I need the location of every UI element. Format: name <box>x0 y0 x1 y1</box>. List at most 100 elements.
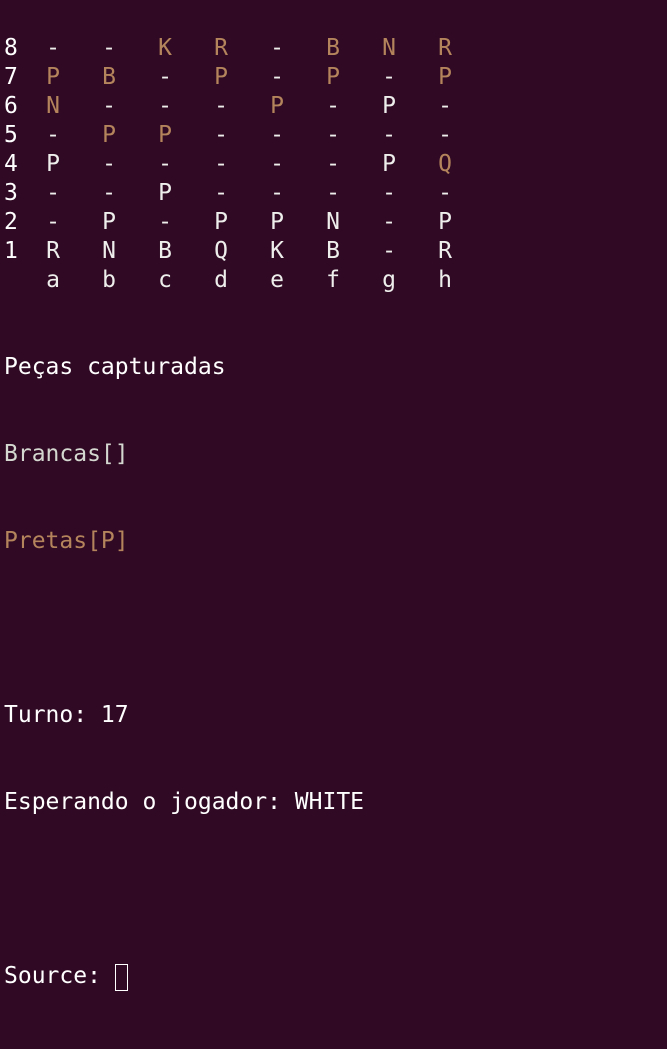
chess-piece: Q <box>214 238 228 264</box>
board-row: 7 P B - P - P - P <box>4 63 464 92</box>
chess-piece: N <box>102 238 116 264</box>
chess-piece: P <box>382 151 396 177</box>
captured-black-list: Pretas[P] <box>4 528 129 554</box>
chess-piece: P <box>214 64 228 90</box>
chess-piece: B <box>326 238 340 264</box>
chess-piece: P <box>158 180 172 206</box>
empty-square: - <box>214 93 228 119</box>
rank-label: 5 <box>4 122 18 148</box>
chess-piece: R <box>214 35 228 61</box>
empty-square: - <box>102 93 116 119</box>
empty-square: - <box>326 93 340 119</box>
empty-square: - <box>382 180 396 206</box>
empty-square: - <box>158 93 172 119</box>
empty-square: - <box>382 64 396 90</box>
chess-piece: P <box>46 64 60 90</box>
chess-piece: R <box>438 35 452 61</box>
empty-square: - <box>46 122 60 148</box>
rank-label: 2 <box>4 209 18 235</box>
file-label: e <box>270 267 284 293</box>
empty-square: - <box>438 180 452 206</box>
captured-white-list: Brancas[] <box>4 441 129 467</box>
chess-piece: P <box>270 93 284 119</box>
chess-board: 8--KR-BNR7PB-P-P-P6N---P-P-5-PP-----4P--… <box>4 34 464 295</box>
empty-square: - <box>214 180 228 206</box>
chess-piece: P <box>326 64 340 90</box>
chess-piece: P <box>438 64 452 90</box>
board-row: 3 - - P - - - - - <box>4 179 464 208</box>
chess-piece: K <box>270 238 284 264</box>
empty-square: - <box>382 238 396 264</box>
chess-piece: N <box>382 35 396 61</box>
file-labels-row: a b c d e f g h <box>4 266 464 295</box>
board-row: 4 P - - - - - P Q <box>4 150 464 179</box>
empty-square: - <box>46 209 60 235</box>
empty-square: - <box>438 93 452 119</box>
chess-piece: R <box>438 238 452 264</box>
empty-square: - <box>46 180 60 206</box>
file-label: g <box>382 267 396 293</box>
empty-square: - <box>158 64 172 90</box>
chess-piece: B <box>326 35 340 61</box>
captured-heading: Peças capturadas <box>4 354 226 380</box>
empty-square: - <box>102 151 116 177</box>
empty-square: - <box>214 122 228 148</box>
rank-label: 4 <box>4 151 18 177</box>
rank-label: 8 <box>4 35 18 61</box>
prompt-label: Source: <box>4 963 101 989</box>
empty-square: - <box>270 180 284 206</box>
chess-piece: P <box>270 209 284 235</box>
empty-square: - <box>102 35 116 61</box>
empty-square: - <box>270 35 284 61</box>
chess-piece: N <box>46 93 60 119</box>
rank-label: 1 <box>4 238 18 264</box>
chess-piece: P <box>102 209 116 235</box>
board-row: 2 - P - P P N - P <box>4 208 464 237</box>
chess-piece: P <box>214 209 228 235</box>
rank-label: 3 <box>4 180 18 206</box>
source-prompt[interactable]: Source: <box>4 962 364 991</box>
empty-square: - <box>438 122 452 148</box>
empty-square: - <box>102 180 116 206</box>
empty-square: - <box>270 64 284 90</box>
chess-piece: P <box>438 209 452 235</box>
empty-square: - <box>326 122 340 148</box>
file-label: f <box>326 267 340 293</box>
empty-square: - <box>326 151 340 177</box>
rank-label: 7 <box>4 64 18 90</box>
empty-square: - <box>382 209 396 235</box>
text-cursor[interactable] <box>114 963 128 991</box>
empty-square: - <box>270 151 284 177</box>
chess-piece: R <box>46 238 60 264</box>
board-row: 5 - P P - - - - - <box>4 121 464 150</box>
rank-label: 6 <box>4 93 18 119</box>
empty-square: - <box>46 35 60 61</box>
empty-square: - <box>382 122 396 148</box>
chess-piece: P <box>382 93 396 119</box>
empty-square: - <box>214 151 228 177</box>
chess-piece: P <box>158 122 172 148</box>
file-label: d <box>214 267 228 293</box>
terminal-window: 8--KR-BNR7PB-P-P-P6N---P-P-5-PP-----4P--… <box>0 0 667 991</box>
empty-square: - <box>158 209 172 235</box>
empty-square: - <box>270 122 284 148</box>
waiting-player: Esperando o jogador: WHITE <box>4 789 365 815</box>
turn-counter: Turno: 17 <box>4 702 129 728</box>
board-row: 8 - - K R - B N R <box>4 34 464 63</box>
file-label: b <box>102 267 116 293</box>
chess-piece: B <box>102 64 116 90</box>
file-label: h <box>438 267 452 293</box>
chess-piece: K <box>158 35 172 61</box>
board-row: 6 N - - - P - P - <box>4 92 464 121</box>
empty-square: - <box>326 180 340 206</box>
chess-piece: Q <box>438 151 452 177</box>
chess-piece: N <box>326 209 340 235</box>
chess-piece: P <box>102 122 116 148</box>
game-info: Peças capturadas Brancas[] Pretas[P] Tur… <box>4 295 364 1049</box>
empty-square: - <box>158 151 172 177</box>
file-label: a <box>46 267 60 293</box>
chess-piece: B <box>158 238 172 264</box>
file-label: c <box>158 267 172 293</box>
